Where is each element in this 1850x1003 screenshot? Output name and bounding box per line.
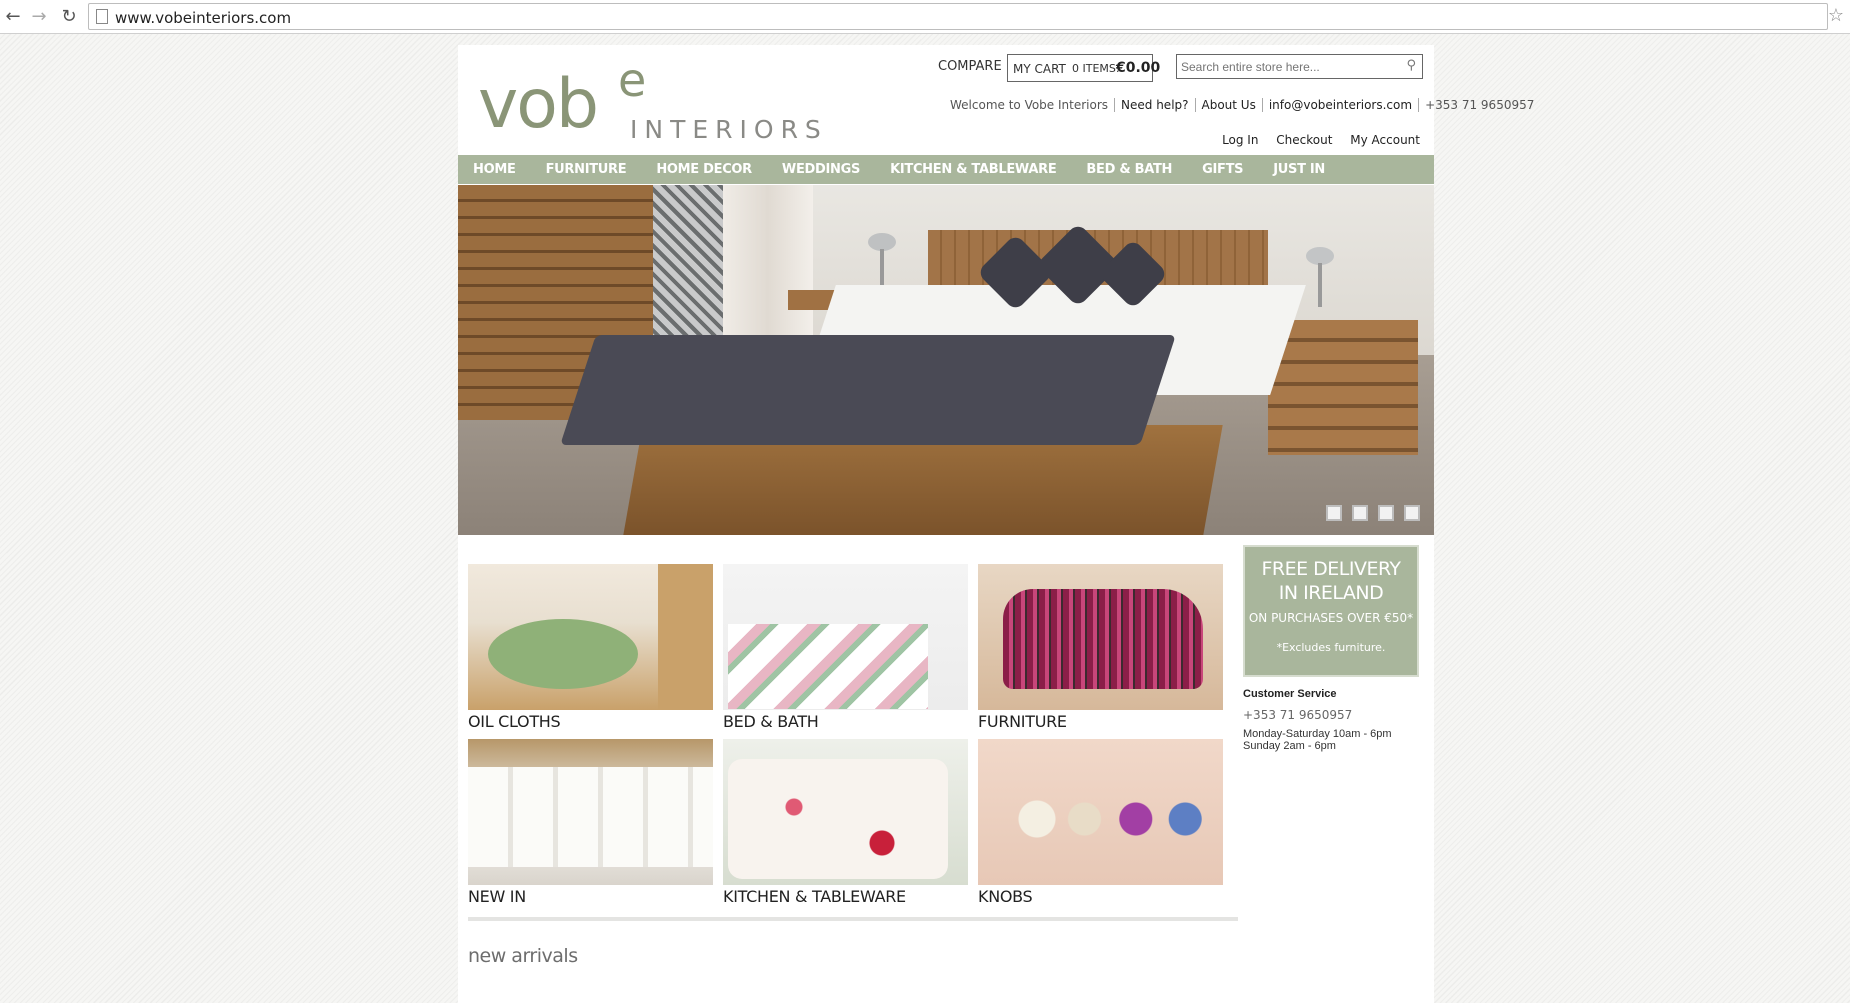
search-icon[interactable]: ⚲ — [1406, 58, 1416, 73]
bookmark-star-icon[interactable]: ☆ — [1828, 5, 1844, 26]
category-image[interactable] — [468, 564, 713, 710]
promo-line-3: ON PURCHASES OVER €50* — [1248, 611, 1414, 625]
nav-bed-bath[interactable]: BED & BATH — [1086, 162, 1172, 177]
welcome-text: Welcome to Vobe Interiors — [950, 98, 1109, 112]
nav-just-in[interactable]: JUST IN — [1273, 162, 1325, 177]
back-arrow-icon[interactable]: ← — [2, 6, 24, 28]
reload-icon[interactable]: ↻ — [58, 6, 80, 28]
customer-service-heading: Customer Service — [1243, 688, 1337, 700]
category-furniture[interactable]: FURNITURE — [978, 564, 1223, 731]
category-label[interactable]: FURNITURE — [978, 712, 1223, 731]
address-url[interactable]: www.vobeinteriors.com — [115, 9, 291, 27]
browser-toolbar: ← → ↻ www.vobeinteriors.com ☆ — [0, 0, 1850, 34]
forward-arrow-icon[interactable]: → — [28, 6, 50, 28]
category-knobs[interactable]: KNOBS — [978, 739, 1223, 906]
promo-line-1: FREE DELIVERY — [1261, 558, 1401, 580]
customer-service-phone: +353 71 9650957 — [1243, 708, 1353, 722]
my-account-link[interactable]: My Account — [1350, 133, 1420, 147]
slide-dot-2[interactable] — [1352, 505, 1368, 521]
category-bed-bath[interactable]: BED & BATH — [723, 564, 968, 731]
mini-cart[interactable]: MY CART 0 ITEMS: €0.00 — [1007, 54, 1160, 82]
cart-total: €0.00 — [1116, 60, 1161, 76]
logo-subtitle: INTERIORS — [630, 115, 828, 144]
customer-service-hours-weekday: Monday-Saturday 10am - 6pm — [1243, 728, 1392, 740]
new-arrivals-heading: new arrivals — [468, 945, 578, 967]
top-links: Welcome to Vobe Interiors Need help? About… — [944, 98, 1540, 112]
section-divider — [468, 917, 1238, 921]
promo-line-4: *Excludes furniture. — [1276, 641, 1386, 654]
site-logo[interactable]: vob e INTERIORS — [478, 53, 821, 147]
nav-gifts[interactable]: GIFTS — [1202, 162, 1243, 177]
main-nav: HOME FURNITURE HOME DECOR WEDDINGS KITCH… — [458, 155, 1434, 184]
slide-dot-4[interactable] — [1404, 505, 1420, 521]
category-image[interactable] — [723, 564, 968, 710]
category-image[interactable] — [723, 739, 968, 885]
nav-home[interactable]: HOME — [473, 162, 516, 177]
category-label[interactable]: OIL CLOTHS — [468, 712, 713, 731]
log-in-link[interactable]: Log In — [1222, 133, 1258, 147]
nav-weddings[interactable]: WEDDINGS — [782, 162, 860, 177]
promo-line-2: IN IRELAND — [1278, 582, 1384, 604]
hero-slideshow[interactable] — [458, 185, 1434, 535]
page-container: vob e INTERIORS COMPARE MY CART 0 ITEMS:… — [458, 45, 1534, 1003]
about-us-link[interactable]: About Us — [1194, 98, 1262, 112]
category-image[interactable] — [978, 739, 1223, 885]
nav-furniture[interactable]: FURNITURE — [546, 162, 627, 177]
category-label[interactable]: NEW IN — [468, 887, 713, 906]
slideshow-pager — [1326, 505, 1420, 521]
need-help-link[interactable]: Need help? — [1114, 98, 1194, 112]
category-image[interactable] — [468, 739, 713, 885]
slide-dot-1[interactable] — [1326, 505, 1342, 521]
cart-label: MY CART — [1013, 62, 1066, 76]
phone-number: +353 71 9650957 — [1418, 98, 1540, 112]
compare-link[interactable]: COMPARE — [938, 59, 1002, 74]
address-bar[interactable]: www.vobeinteriors.com — [88, 3, 1828, 30]
category-label[interactable]: KNOBS — [978, 887, 1223, 906]
category-oil-cloths[interactable]: OIL CLOTHS — [468, 564, 713, 731]
checkout-link[interactable]: Checkout — [1276, 133, 1332, 147]
category-label[interactable]: BED & BATH — [723, 712, 968, 731]
customer-service-hours-sunday: Sunday 2am - 6pm — [1243, 740, 1336, 752]
nav-kitchen-tableware[interactable]: KITCHEN & TABLEWARE — [890, 162, 1057, 177]
nav-home-decor[interactable]: HOME DECOR — [656, 162, 752, 177]
cart-items-count: 0 ITEMS: — [1072, 62, 1120, 75]
email-link[interactable]: info@vobeinteriors.com — [1261, 98, 1418, 112]
category-label[interactable]: KITCHEN & TABLEWARE — [723, 887, 968, 906]
logo-text-e: e — [618, 53, 647, 107]
category-image[interactable] — [978, 564, 1223, 710]
page-icon — [96, 9, 108, 24]
search-box: ⚲ — [1176, 54, 1423, 79]
category-kitchen-tableware[interactable]: KITCHEN & TABLEWARE — [723, 739, 968, 906]
account-links: Log In Checkout My Account — [1208, 133, 1420, 147]
slide-dot-3[interactable] — [1378, 505, 1394, 521]
logo-text: vob — [478, 65, 599, 144]
customer-service-block: Customer Service +353 71 9650957 Monday-… — [1243, 688, 1423, 752]
search-input[interactable] — [1181, 58, 1396, 76]
category-new-in[interactable]: NEW IN — [468, 739, 713, 906]
free-delivery-banner[interactable]: FREE DELIVERY IN IRELAND ON PURCHASES OV… — [1243, 545, 1419, 677]
